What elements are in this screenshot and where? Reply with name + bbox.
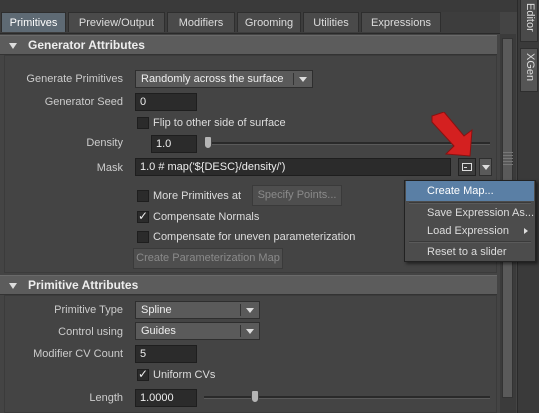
tab-expressions[interactable]: Expressions <box>361 12 441 32</box>
menu-item-create-map[interactable]: Create Map... <box>406 181 534 201</box>
section-title: Primitive Attributes <box>28 278 139 292</box>
primitive-attributes-header[interactable]: Primitive Attributes <box>0 275 497 295</box>
menu-item-load-expression[interactable]: Load Expression <box>406 221 534 241</box>
red-annotation-arrow-icon <box>431 112 473 157</box>
side-tab-editor[interactable]: Editor <box>520 0 538 42</box>
collapse-triangle-icon <box>9 283 17 289</box>
specify-points-button[interactable]: Specify Points... <box>252 185 342 206</box>
chevron-down-icon <box>246 329 254 334</box>
compensate-uneven-checkbox[interactable] <box>137 231 149 243</box>
compensate-uneven-label: Compensate for uneven parameterization <box>153 231 356 243</box>
menu-item-save-expression[interactable]: Save Expression As... <box>406 203 534 223</box>
primitive-type-label: Primitive Type <box>54 304 123 316</box>
compensate-normals-label: Compensate Normals <box>153 211 260 223</box>
expression-context-menu: Create Map... Save Expression As... Load… <box>404 180 536 262</box>
mask-label: Mask <box>96 162 123 174</box>
submenu-arrow-icon <box>524 228 528 234</box>
panel-resize-grip-icon[interactable] <box>503 152 513 166</box>
flip-label: Flip to other side of surface <box>153 117 286 129</box>
length-slider-handle[interactable] <box>251 390 260 403</box>
flip-checkbox[interactable] <box>137 117 149 129</box>
more-primitives-label: More Primitives at <box>153 190 242 202</box>
tab-primitives[interactable]: Primitives <box>1 12 66 32</box>
density-slider-handle[interactable] <box>204 136 212 149</box>
modifier-cv-count-label: Modifier CV Count <box>33 348 123 360</box>
expression-options-button[interactable] <box>479 158 492 176</box>
generator-attributes-header[interactable]: Generator Attributes <box>0 35 497 55</box>
control-using-label: Control using <box>58 326 123 338</box>
uniform-cvs-label: Uniform CVs <box>153 369 216 381</box>
tab-grooming[interactable]: Grooming <box>237 12 301 32</box>
collapse-triangle-icon <box>9 43 17 49</box>
density-field[interactable]: 1.0 <box>151 135 197 153</box>
side-tab-xgen[interactable]: XGen <box>520 48 538 92</box>
modifier-cv-count-field[interactable]: 5 <box>135 345 197 363</box>
expression-editor-icon <box>462 163 472 171</box>
generator-seed-field[interactable]: 0 <box>135 93 197 111</box>
length-slider-track[interactable] <box>204 396 490 399</box>
uniform-cvs-checkbox[interactable] <box>137 367 149 381</box>
primitive-type-dropdown[interactable]: Spline <box>135 301 260 319</box>
generate-primitives-dropdown[interactable]: Randomly across the surface <box>135 70 313 88</box>
create-parameterization-map-button[interactable]: Create Parameterization Map <box>133 248 283 269</box>
more-primitives-checkbox[interactable] <box>137 190 149 202</box>
tab-bar: Primitives Preview/Output Modifiers Groo… <box>0 12 500 34</box>
density-label: Density <box>86 137 123 149</box>
tab-preview-output[interactable]: Preview/Output <box>68 12 165 32</box>
menu-item-reset-to-slider[interactable]: Reset to a slider <box>406 242 534 262</box>
chevron-down-icon <box>246 308 254 313</box>
chevron-down-icon <box>482 165 490 170</box>
compensate-normals-checkbox[interactable] <box>137 209 149 223</box>
control-using-dropdown[interactable]: Guides <box>135 322 260 340</box>
length-field[interactable]: 1.0000 <box>135 389 197 407</box>
length-label: Length <box>89 392 123 404</box>
top-strip <box>0 0 539 12</box>
chevron-down-icon <box>299 77 307 82</box>
generator-seed-label: Generator Seed <box>44 96 123 108</box>
section-title: Generator Attributes <box>28 38 145 52</box>
mask-expression-field[interactable]: 1.0 # map('${DESC}/density/') <box>135 158 451 176</box>
tab-utilities[interactable]: Utilities <box>303 12 359 32</box>
generate-primitives-label: Generate Primitives <box>26 73 123 85</box>
tab-modifiers[interactable]: Modifiers <box>167 12 235 32</box>
